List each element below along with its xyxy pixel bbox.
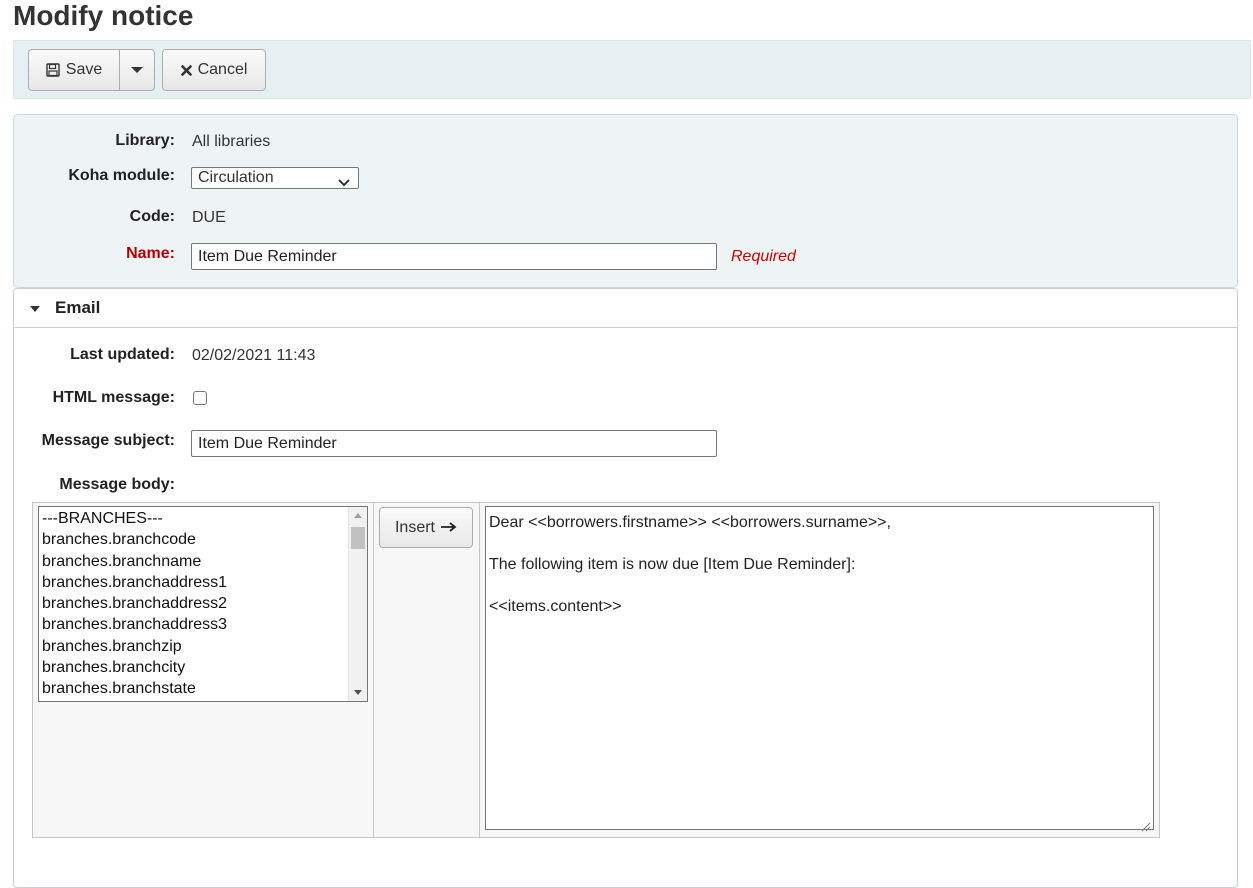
caret-down-icon: [131, 67, 143, 73]
library-label: Library:: [115, 132, 175, 149]
message-subject-label: Message subject:: [41, 432, 175, 449]
message-body-label: Message body:: [59, 476, 175, 493]
module-select[interactable]: Circulation: [191, 167, 359, 189]
library-value: All libraries: [192, 133, 271, 150]
scroll-up-icon[interactable]: [354, 513, 362, 518]
html-message-label: HTML message:: [52, 389, 175, 406]
fields-list-option[interactable]: branches.branchaddress2: [39, 593, 227, 614]
page-title: Modify notice: [13, 0, 194, 31]
message-body-line: <<items.content>>: [489, 598, 622, 615]
email-panel: Email Last updated: 02/02/2021 11:43 HTM…: [13, 288, 1238, 888]
scroll-down-icon[interactable]: [354, 690, 362, 695]
close-icon: [180, 64, 192, 76]
message-body-line: [489, 533, 1150, 554]
last-updated-value: 02/02/2021 11:43: [192, 347, 316, 364]
message-body-editor: ---BRANCHES--- branches.branchcode branche…: [32, 502, 1160, 838]
message-body-content: Dear <<borrowers.firstname>> <<borrowers…: [489, 512, 1150, 617]
module-select-value: Circulation: [198, 169, 274, 186]
save-button-label: Save: [65, 61, 103, 78]
insert-column: Insert: [374, 503, 480, 837]
cancel-button-label: Cancel: [197, 61, 248, 78]
save-options-dropdown-button[interactable]: [119, 49, 155, 91]
toolbar: Save Cancel: [13, 40, 1251, 99]
insert-button-label: Insert: [394, 518, 435, 536]
notice-details-fieldset: Library: All libraries Koha module: Circ…: [13, 114, 1238, 288]
name-input[interactable]: Item Due Reminder: [191, 243, 717, 270]
email-section-title: Email: [55, 298, 101, 317]
fields-list-option[interactable]: ---BRANCHES---: [39, 508, 227, 529]
fields-column: ---BRANCHES--- branches.branchcode branche…: [33, 503, 374, 837]
module-label: Koha module:: [68, 167, 175, 184]
fields-list-option[interactable]: branches.branchname: [39, 551, 227, 572]
fields-list-option[interactable]: branches.branchstate: [39, 678, 227, 699]
email-section-toggle[interactable]: Email: [14, 289, 1237, 328]
required-hint: Required: [731, 248, 796, 265]
fields-options: ---BRANCHES--- branches.branchcode branche…: [39, 508, 227, 700]
message-body-line: [489, 575, 1150, 596]
message-body-textarea[interactable]: Dear <<borrowers.firstname>> <<borrowers…: [485, 506, 1154, 832]
code-label: Code:: [129, 208, 175, 225]
save-button[interactable]: Save: [28, 49, 120, 91]
message-body-line: The following item is now due [Item Due …: [489, 556, 856, 573]
fields-list-option[interactable]: branches.branchaddress1: [39, 572, 227, 593]
html-message-checkbox[interactable]: [193, 391, 207, 405]
fields-list-option[interactable]: branches.branchcode: [39, 529, 227, 550]
fields-listbox[interactable]: ---BRANCHES--- branches.branchcode branche…: [38, 506, 368, 702]
last-updated-label: Last updated:: [70, 346, 175, 363]
fields-list-option[interactable]: branches.branchzip: [39, 636, 227, 657]
cancel-button[interactable]: Cancel: [162, 49, 266, 91]
caret-down-icon: [30, 306, 40, 312]
chevron-down-icon: [338, 173, 350, 193]
scroll-thumb[interactable]: [351, 527, 365, 549]
body-column: Dear <<borrowers.firstname>> <<borrowers…: [480, 503, 1159, 837]
arrow-right-icon: [441, 519, 457, 537]
message-body-line: Dear <<borrowers.firstname>> <<borrowers…: [489, 514, 891, 531]
insert-button[interactable]: Insert: [379, 507, 473, 548]
fields-list-option[interactable]: branches.branchcity: [39, 657, 227, 678]
name-label: Name:: [126, 245, 175, 262]
message-subject-input[interactable]: Item Due Reminder: [191, 430, 717, 457]
save-icon: [46, 63, 60, 77]
code-value: DUE: [192, 209, 226, 226]
listbox-scrollbar[interactable]: [348, 507, 367, 701]
resize-handle-icon[interactable]: [1141, 817, 1151, 832]
fields-list-option[interactable]: branches.branchaddress3: [39, 614, 227, 635]
